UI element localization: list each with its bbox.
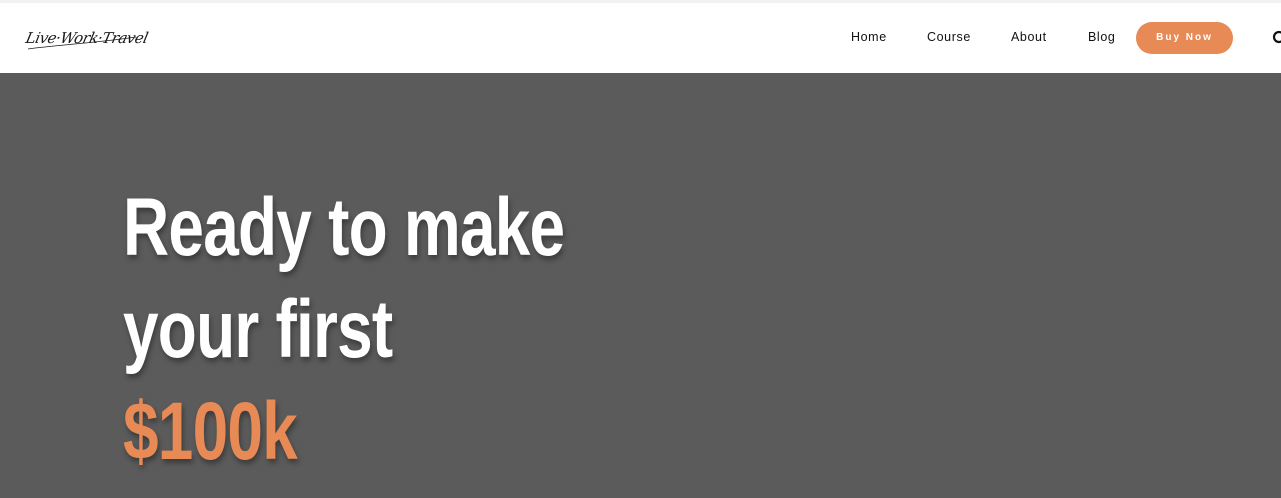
nav-home-link[interactable]: Home <box>851 30 887 44</box>
headline-line-2: your first <box>123 284 393 375</box>
buy-now-button[interactable]: Buy Now <box>1136 22 1233 54</box>
main-nav: Home Course About Blog Buy Now <box>0 3 1281 73</box>
nav-blog-link[interactable]: Blog <box>1088 30 1115 44</box>
page: Live·Work·Travel Home Course About Blog … <box>0 0 1281 498</box>
hero-headline: Ready to make your first $100k <box>123 177 565 483</box>
nav-about-link[interactable]: About <box>1011 30 1047 44</box>
search-icon[interactable] <box>1272 30 1281 46</box>
hero-section: Ready to make your first $100k <box>0 73 1281 498</box>
headline-line-1: Ready to make <box>123 182 565 273</box>
nav-course-link[interactable]: Course <box>927 30 971 44</box>
site-header: Live·Work·Travel Home Course About Blog … <box>0 3 1281 73</box>
headline-amount: $100k <box>123 386 298 477</box>
